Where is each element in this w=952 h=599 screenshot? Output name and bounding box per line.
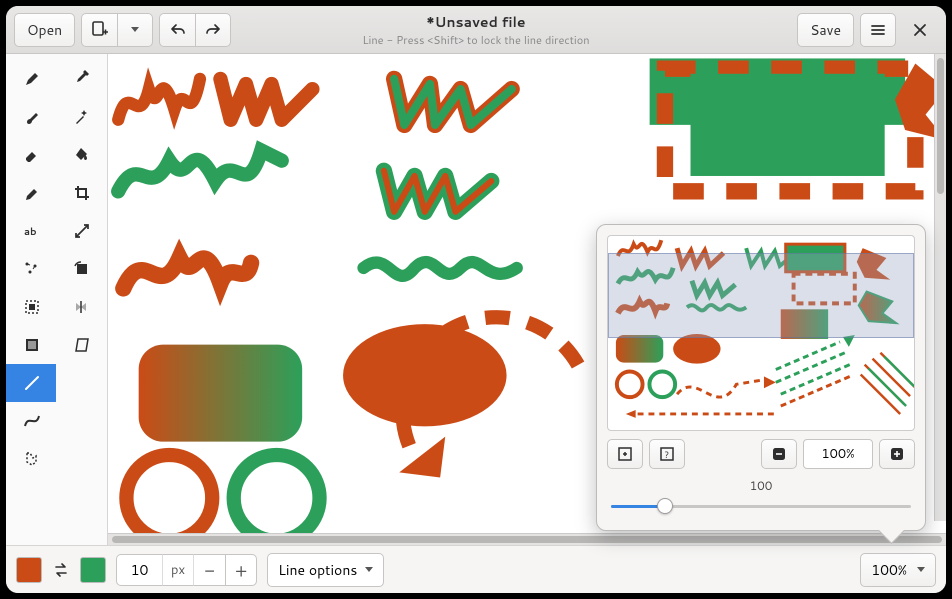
brush-icon [23, 108, 41, 126]
line-options-combo[interactable]: Line options [267, 553, 384, 587]
svg-text:?: ? [665, 448, 670, 461]
undo-redo-group [159, 13, 231, 47]
zoom-out-button[interactable] [761, 439, 797, 469]
tool-rect-select[interactable] [6, 288, 56, 326]
tool-highlighter[interactable] [6, 174, 56, 212]
zoom-combo[interactable]: 100% [860, 553, 936, 587]
tool-pencil[interactable] [6, 60, 56, 98]
hamburger-menu-button[interactable] [860, 13, 896, 47]
zoom-slider-wrap: 100 [607, 477, 915, 520]
bucket-icon [73, 146, 91, 164]
pencil-icon [23, 70, 41, 88]
tool-scale[interactable] [56, 212, 106, 250]
help-icon: ? [659, 446, 675, 462]
zoom-help-button[interactable]: ? [649, 439, 685, 469]
swap-icon [52, 561, 70, 579]
fit-icon [617, 446, 633, 462]
new-file-icon [91, 21, 109, 39]
undo-button[interactable] [159, 13, 195, 47]
tool-magic-wand[interactable] [56, 98, 106, 136]
save-button[interactable]: Save [797, 13, 854, 47]
scale-icon [73, 222, 91, 240]
open-button[interactable]: Open [14, 13, 75, 47]
eraser-icon [23, 146, 41, 164]
tool-line[interactable] [6, 364, 56, 402]
tool-filters[interactable] [6, 326, 56, 364]
rotate-icon [73, 260, 91, 278]
lasso-icon [22, 449, 42, 469]
eyedropper-icon [73, 70, 91, 88]
chevron-down-icon [917, 567, 925, 572]
new-image-button[interactable] [81, 13, 117, 47]
minimap-popover: ? 100% 100 [596, 224, 926, 531]
minimap-viewport[interactable] [608, 253, 914, 338]
zoom-slider[interactable] [611, 496, 911, 516]
skew-icon [73, 336, 91, 354]
line-options-label: Line options [278, 560, 357, 580]
hamburger-icon [870, 22, 886, 38]
horizontal-scrollbar[interactable] [108, 533, 946, 545]
line-width-increase[interactable]: + [225, 554, 257, 586]
flip-icon [73, 298, 91, 316]
zoom-value-field[interactable]: 100% [803, 439, 873, 469]
zoom-in-button[interactable] [879, 439, 915, 469]
zoom-fit-button[interactable] [607, 439, 643, 469]
text-icon: ab [23, 222, 41, 240]
rect-select-icon [23, 298, 41, 316]
close-icon [913, 23, 927, 37]
line-icon [22, 373, 42, 393]
line-width-field: px − + [116, 554, 257, 586]
tool-eraser[interactable] [6, 136, 56, 174]
vertical-scrollbar[interactable] [934, 54, 946, 521]
new-image-menu-button[interactable] [117, 13, 153, 47]
redo-icon [205, 22, 221, 38]
redo-button[interactable] [195, 13, 231, 47]
bottom-bar: px − + Line options 100% [6, 545, 946, 593]
tool-sidebar: ab [6, 54, 108, 545]
minimap[interactable] [607, 235, 915, 431]
chevron-down-icon [365, 567, 373, 572]
tool-brush[interactable] [6, 98, 56, 136]
crop-icon [73, 184, 91, 202]
tool-text[interactable]: ab [6, 212, 56, 250]
secondary-color-swatch[interactable] [80, 557, 106, 583]
tool-free-select[interactable] [6, 440, 56, 478]
chevron-down-icon [131, 27, 139, 32]
curve-icon [22, 411, 42, 431]
tool-skew[interactable] [56, 326, 106, 364]
filters-icon [23, 336, 41, 354]
undo-icon [170, 22, 186, 38]
minus-icon [772, 447, 786, 461]
minimap-controls: ? 100% [607, 439, 915, 469]
primary-color-swatch[interactable] [16, 557, 42, 583]
points-icon [23, 260, 41, 278]
tool-flip[interactable] [56, 288, 106, 326]
tool-crop[interactable] [56, 174, 106, 212]
tool-color-picker[interactable] [56, 60, 106, 98]
svg-text:ab: ab [24, 225, 37, 239]
line-width-input[interactable] [116, 554, 162, 586]
app-window: Open *Unsaved file Line - Press <Shift> … [6, 6, 946, 593]
tool-fill[interactable] [56, 136, 106, 174]
new-image-split [81, 13, 153, 47]
line-width-decrease[interactable]: − [193, 554, 225, 586]
plus-icon [890, 447, 904, 461]
tool-rotate[interactable] [56, 250, 106, 288]
swap-colors-button[interactable] [52, 561, 70, 579]
highlighter-icon [23, 184, 41, 202]
zoom-slider-label: 100 [611, 477, 911, 494]
tool-points[interactable] [6, 250, 56, 288]
wand-icon [73, 108, 91, 126]
zoom-label: 100% [871, 560, 907, 580]
title-bar: Open *Unsaved file Line - Press <Shift> … [6, 6, 946, 54]
tool-curve[interactable] [6, 402, 56, 440]
close-button[interactable] [902, 13, 938, 47]
line-width-unit: px [162, 554, 193, 586]
